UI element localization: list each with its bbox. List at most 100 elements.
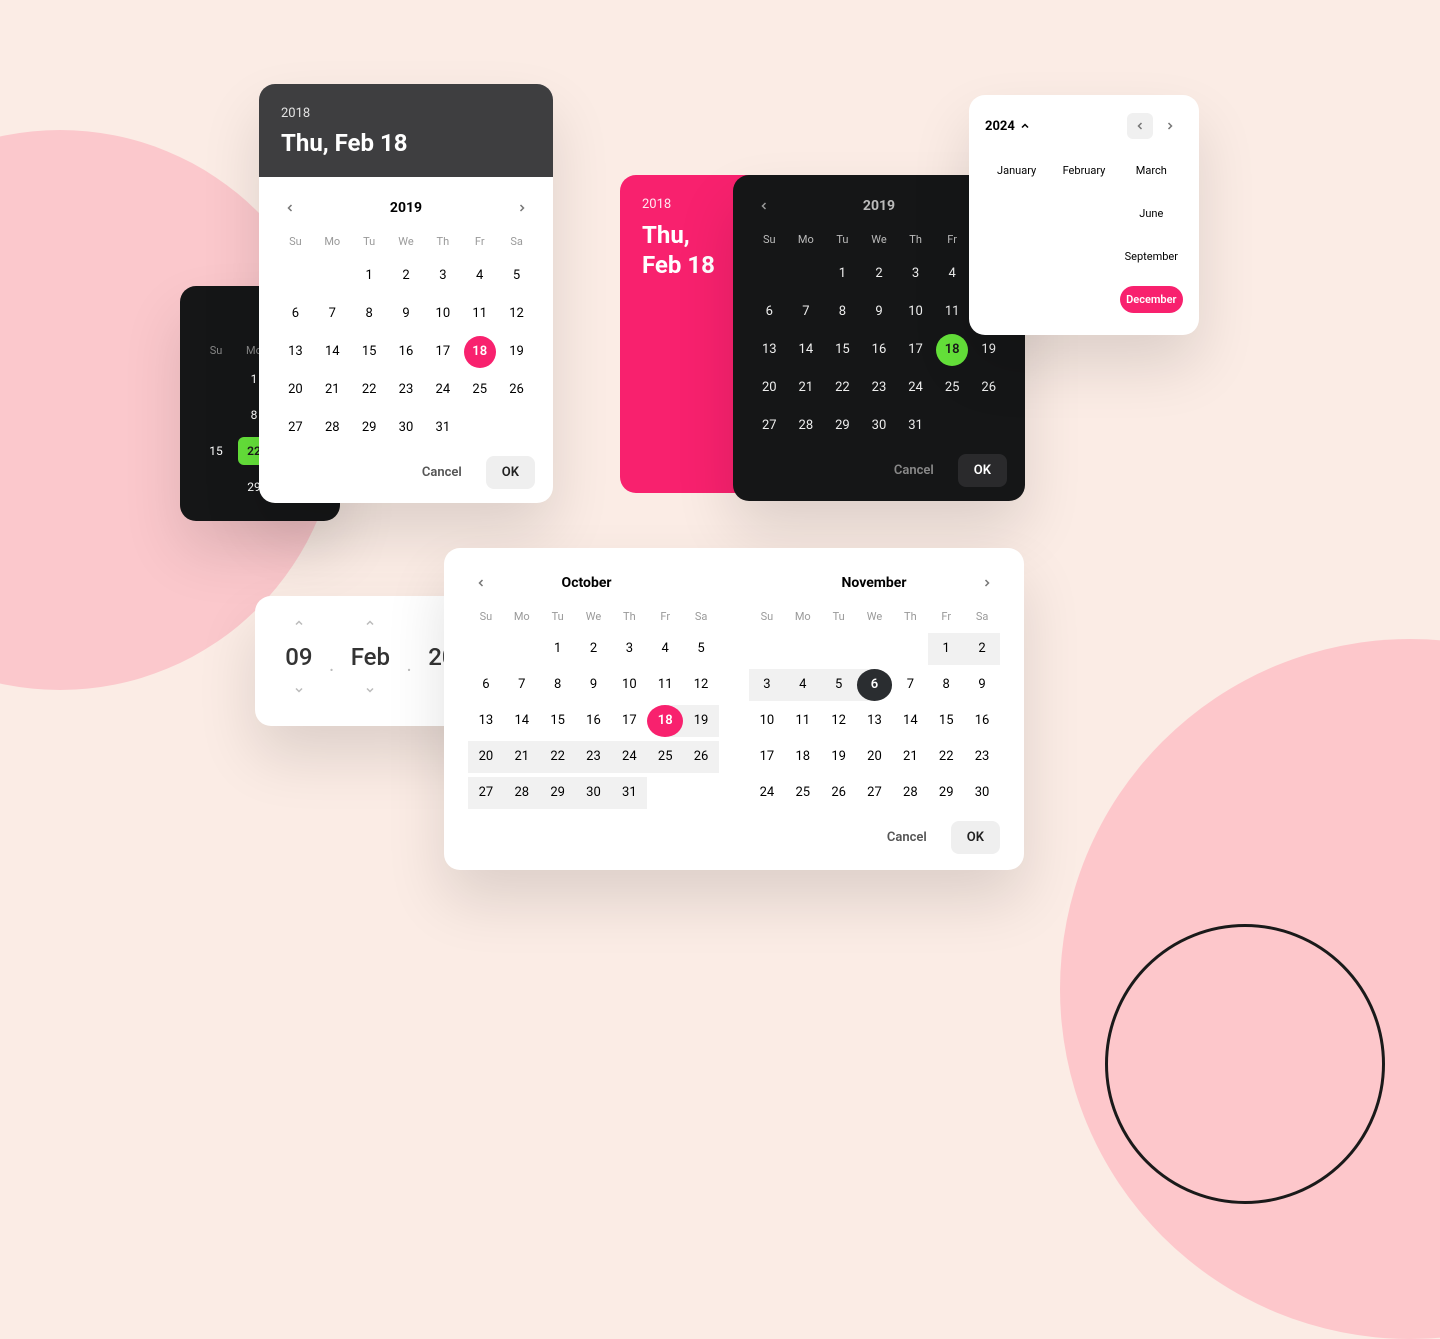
calendar-day[interactable]: 12 <box>821 705 857 737</box>
calendar-day[interactable]: 2 <box>576 633 612 665</box>
calendar-day[interactable]: 31 <box>611 777 647 809</box>
calendar-day[interactable]: 29 <box>928 777 964 809</box>
calendar-day[interactable]: 15 <box>826 334 858 366</box>
year-dropdown[interactable]: 2024 <box>985 119 1031 134</box>
calendar-day[interactable]: 7 <box>892 669 928 701</box>
calendar-day[interactable]: 1 <box>540 633 576 665</box>
calendar-day[interactable]: 25 <box>647 741 683 773</box>
calendar-day[interactable]: 9 <box>863 296 895 328</box>
calendar-day[interactable]: 18 <box>936 334 968 366</box>
prev-year-button[interactable] <box>751 193 777 219</box>
next-button[interactable] <box>1157 113 1183 139</box>
calendar-day[interactable]: 27 <box>468 777 504 809</box>
calendar-day[interactable]: 2 <box>964 633 1000 665</box>
calendar-day[interactable]: 24 <box>749 777 785 809</box>
calendar-day[interactable]: 22 <box>540 741 576 773</box>
calendar-day[interactable]: 29 <box>353 412 385 444</box>
calendar-day[interactable]: 30 <box>964 777 1000 809</box>
calendar-day[interactable]: 17 <box>749 741 785 773</box>
calendar-day[interactable]: 1 <box>826 258 858 290</box>
month-option[interactable]: September <box>1120 243 1183 270</box>
nav-year-label[interactable]: 2019 <box>863 198 895 214</box>
calendar-day[interactable]: 3 <box>900 258 932 290</box>
calendar-day[interactable]: 21 <box>892 741 928 773</box>
next-year-button[interactable] <box>509 195 535 221</box>
calendar-day[interactable]: 29 <box>540 777 576 809</box>
calendar-day[interactable]: 4 <box>936 258 968 290</box>
calendar-day[interactable]: 20 <box>279 374 311 406</box>
calendar-day[interactable]: 24 <box>900 372 932 404</box>
calendar-day[interactable]: 7 <box>790 296 822 328</box>
calendar-day[interactable]: 21 <box>504 741 540 773</box>
ok-button[interactable]: OK <box>486 456 535 489</box>
calendar-day[interactable]: 30 <box>576 777 612 809</box>
calendar-day[interactable]: 28 <box>504 777 540 809</box>
calendar-day[interactable]: 16 <box>964 705 1000 737</box>
calendar-day[interactable]: 23 <box>390 374 422 406</box>
calendar-day[interactable]: 27 <box>279 412 311 444</box>
calendar-day[interactable]: 28 <box>790 410 822 442</box>
calendar-day[interactable]: 6 <box>857 669 893 701</box>
calendar-day[interactable]: 8 <box>353 298 385 330</box>
calendar-day[interactable]: 15 <box>200 437 232 465</box>
calendar-day[interactable]: 8 <box>928 669 964 701</box>
calendar-day[interactable]: 5 <box>683 633 719 665</box>
calendar-day[interactable]: 13 <box>857 705 893 737</box>
calendar-day[interactable]: 20 <box>753 372 785 404</box>
day-up-button[interactable] <box>293 614 305 633</box>
calendar-day[interactable]: 13 <box>468 705 504 737</box>
calendar-day[interactable]: 18 <box>785 741 821 773</box>
cancel-button[interactable]: Cancel <box>406 456 478 489</box>
day-value[interactable]: 09 <box>285 643 312 671</box>
calendar-day[interactable]: 25 <box>464 374 496 406</box>
calendar-day[interactable]: 20 <box>857 741 893 773</box>
calendar-day[interactable]: 20 <box>468 741 504 773</box>
next-month-button[interactable] <box>974 570 1000 596</box>
month-option[interactable]: December <box>1120 286 1183 313</box>
header-year[interactable]: 2018 <box>281 106 531 121</box>
calendar-day[interactable]: 19 <box>973 334 1005 366</box>
calendar-day[interactable]: 3 <box>427 260 459 292</box>
month-option[interactable]: June <box>1120 200 1183 227</box>
nav-year-label[interactable]: 2019 <box>390 200 422 216</box>
calendar-day[interactable]: 23 <box>964 741 1000 773</box>
calendar-day[interactable]: 4 <box>647 633 683 665</box>
calendar-day[interactable]: 14 <box>790 334 822 366</box>
calendar-day[interactable]: 31 <box>900 410 932 442</box>
calendar-day[interactable]: 8 <box>540 669 576 701</box>
calendar-day[interactable]: 10 <box>611 669 647 701</box>
calendar-day[interactable]: 16 <box>390 336 422 368</box>
calendar-day[interactable]: 27 <box>857 777 893 809</box>
month-down-button[interactable] <box>364 681 376 700</box>
calendar-day[interactable]: 30 <box>390 412 422 444</box>
calendar-day[interactable]: 17 <box>611 705 647 737</box>
calendar-day[interactable]: 19 <box>683 705 719 737</box>
calendar-day[interactable]: 9 <box>576 669 612 701</box>
month-up-button[interactable] <box>364 614 376 633</box>
calendar-day[interactable]: 22 <box>353 374 385 406</box>
calendar-day[interactable]: 24 <box>611 741 647 773</box>
calendar-day[interactable]: 16 <box>576 705 612 737</box>
calendar-day[interactable]: 19 <box>501 336 533 368</box>
calendar-day[interactable]: 14 <box>892 705 928 737</box>
calendar-day[interactable]: 14 <box>316 336 348 368</box>
calendar-day[interactable]: 9 <box>390 298 422 330</box>
calendar-day[interactable]: 8 <box>826 296 858 328</box>
calendar-day[interactable]: 22 <box>928 741 964 773</box>
calendar-day[interactable]: 4 <box>785 669 821 701</box>
calendar-day[interactable]: 10 <box>427 298 459 330</box>
calendar-day[interactable]: 7 <box>504 669 540 701</box>
ok-button[interactable]: OK <box>958 454 1007 487</box>
calendar-day[interactable]: 3 <box>611 633 647 665</box>
calendar-day[interactable]: 11 <box>464 298 496 330</box>
calendar-day[interactable]: 25 <box>785 777 821 809</box>
month-option[interactable]: February <box>1052 157 1115 184</box>
calendar-day[interactable]: 7 <box>316 298 348 330</box>
calendar-day[interactable]: 21 <box>316 374 348 406</box>
calendar-day[interactable]: 30 <box>863 410 895 442</box>
calendar-day[interactable]: 13 <box>753 334 785 366</box>
calendar-day[interactable]: 24 <box>427 374 459 406</box>
month-option[interactable]: March <box>1120 157 1183 184</box>
calendar-day[interactable]: 22 <box>826 372 858 404</box>
calendar-day[interactable]: 15 <box>540 705 576 737</box>
